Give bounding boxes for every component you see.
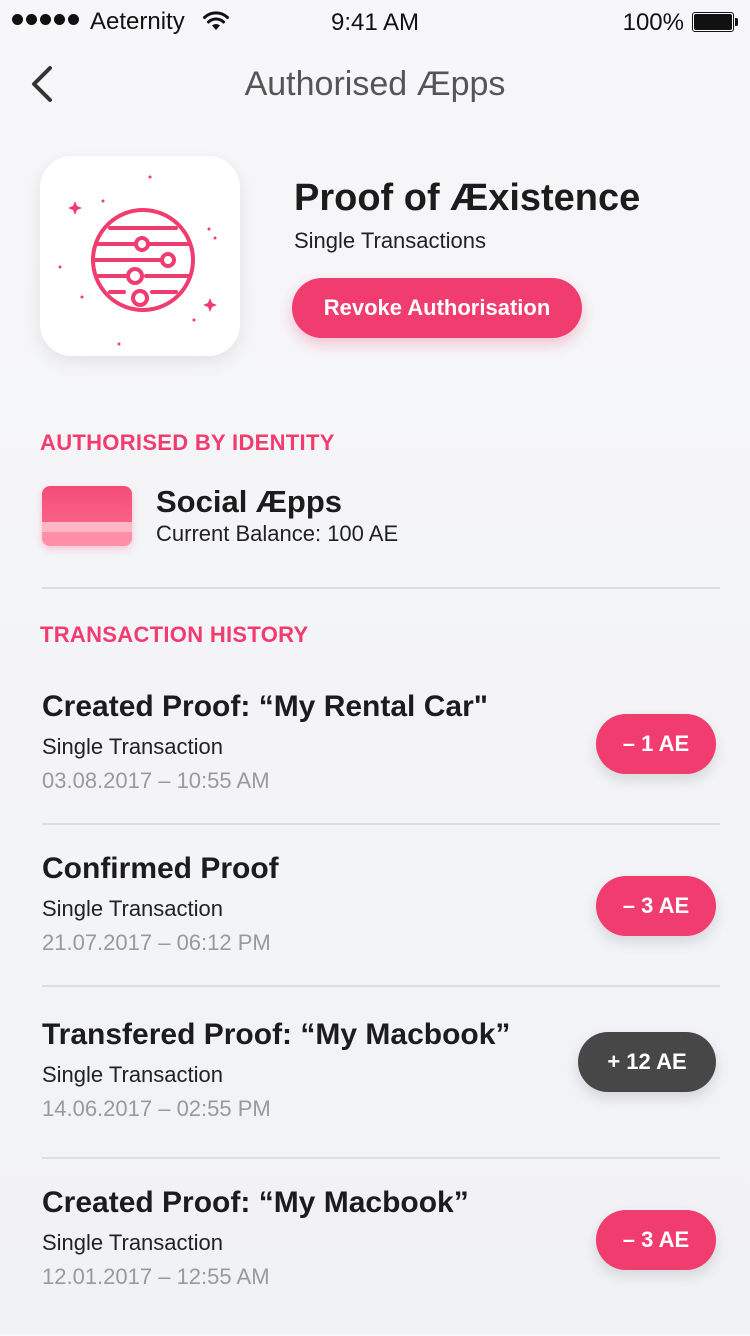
transaction-amount-badge: – 1 AE <box>596 714 716 774</box>
status-bar: Aeternity 9:41 AM 100% <box>0 0 750 40</box>
divider <box>42 985 720 987</box>
transaction-row[interactable]: Confirmed Proof Single Transaction 21.07… <box>0 852 750 1002</box>
revoke-authorisation-button[interactable]: Revoke Authorisation <box>292 278 582 338</box>
identity-name: Social Æpps <box>156 484 343 519</box>
transaction-title: Created Proof: “My Macbook” <box>42 1186 469 1219</box>
transaction-date: 21.07.2017 – 06:12 PM <box>42 930 271 955</box>
identity-balance: Current Balance: 100 AE <box>156 521 399 546</box>
transaction-type: Single Transaction <box>42 896 223 921</box>
transaction-date: 14.06.2017 – 02:55 PM <box>42 1096 271 1121</box>
transaction-row[interactable]: Created Proof: “My Rental Car" Single Tr… <box>0 690 750 840</box>
app-subtitle: Single Transactions <box>294 228 486 253</box>
transaction-type: Single Transaction <box>42 1230 223 1255</box>
transaction-date: 12.01.2017 – 12:55 AM <box>42 1264 270 1289</box>
identity-card-icon <box>42 486 132 546</box>
page-title: Authorised Æpps <box>244 65 506 103</box>
transaction-amount-badge: – 3 AE <box>596 1210 716 1270</box>
transaction-amount-badge: – 3 AE <box>596 876 716 936</box>
battery-icon <box>692 12 738 32</box>
identity-section-label: AUTHORISED BY IDENTITY <box>40 430 335 455</box>
transaction-amount-badge: + 12 AE <box>578 1032 716 1092</box>
navigation-bar: Authorised Æpps <box>0 50 750 120</box>
transaction-type: Single Transaction <box>42 734 223 759</box>
divider <box>42 1157 720 1159</box>
planet-icon <box>58 175 217 346</box>
transaction-title: Created Proof: “My Rental Car" <box>42 690 488 723</box>
transaction-title: Confirmed Proof <box>42 852 279 885</box>
transaction-title: Transfered Proof: “My Macbook” <box>42 1018 511 1051</box>
transaction-date: 03.08.2017 – 10:55 AM <box>42 768 270 793</box>
divider <box>42 823 720 825</box>
app-icon <box>40 156 240 356</box>
history-section-label: TRANSACTION HISTORY <box>40 622 309 647</box>
divider <box>42 587 720 589</box>
battery-percentage: 100% <box>622 9 684 36</box>
app-name: Proof of Æxistence <box>294 177 641 219</box>
transaction-type: Single Transaction <box>42 1062 223 1087</box>
transaction-row[interactable]: Created Proof: “My Macbook” Single Trans… <box>0 1186 750 1336</box>
transaction-row[interactable]: Transfered Proof: “My Macbook” Single Tr… <box>0 1018 750 1168</box>
